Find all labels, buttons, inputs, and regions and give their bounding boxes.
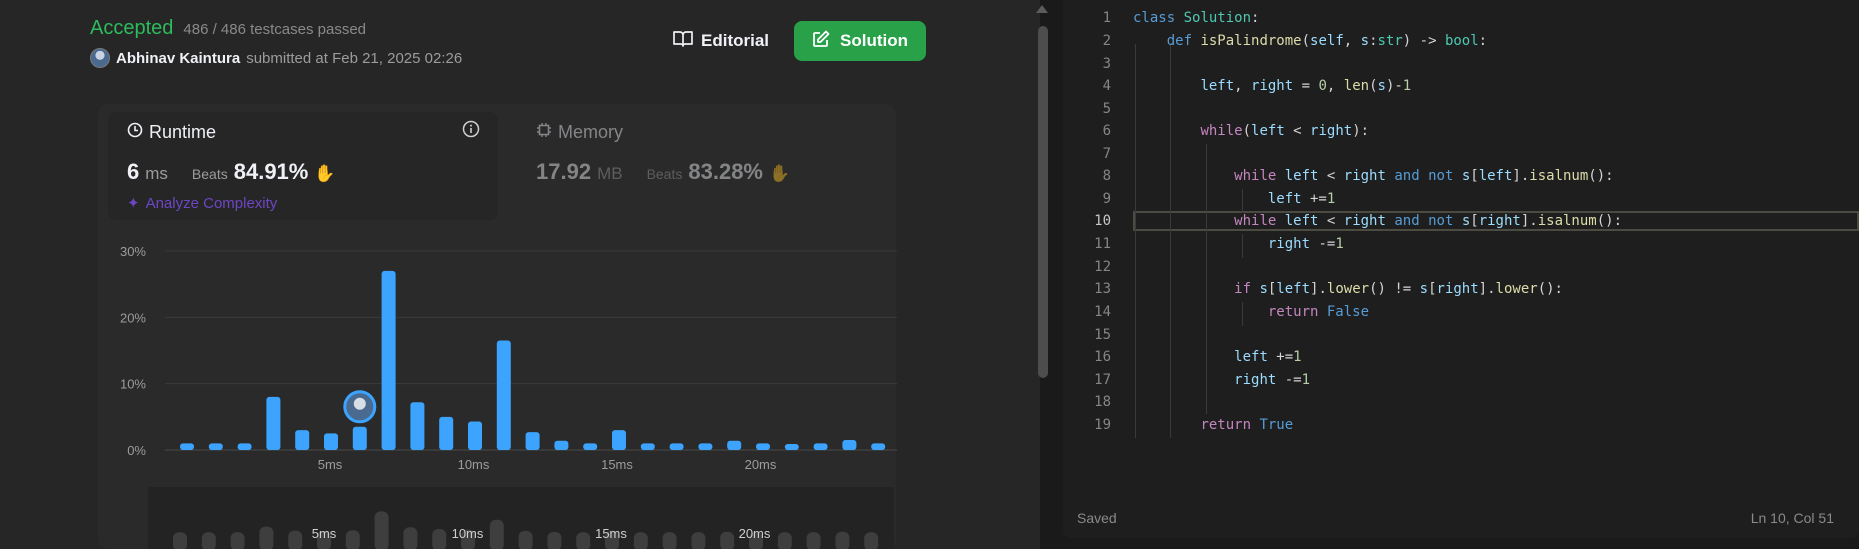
code-line-4: left, right = 0, len(s)-1 xyxy=(1200,78,1412,94)
chart-bar[interactable] xyxy=(266,396,281,450)
line-number: 15 xyxy=(1094,327,1111,343)
cursor-position[interactable]: Ln 10, Col 51 xyxy=(1751,510,1834,526)
line-number: 11 xyxy=(1094,236,1111,252)
chart-bar[interactable] xyxy=(842,440,857,450)
chart-bar[interactable] xyxy=(583,443,598,450)
chart-bar[interactable] xyxy=(439,416,454,450)
chart-bar[interactable] xyxy=(813,443,828,450)
line-number: 4 xyxy=(1102,78,1111,94)
x-tick-label: 15ms xyxy=(601,457,633,472)
chart-bar[interactable] xyxy=(554,440,569,450)
line-number: 2 xyxy=(1102,33,1111,49)
y-tick-label: 0% xyxy=(127,443,146,458)
chart-bar[interactable] xyxy=(698,443,713,450)
editor-bottom-gap xyxy=(1063,538,1859,549)
line-number: 12 xyxy=(1094,259,1111,275)
editor-save-status: Saved xyxy=(1077,510,1117,526)
y-tick-label: 10% xyxy=(120,377,146,392)
x-tick-label: 5ms xyxy=(318,457,343,472)
code-line-8: while left < right and not s[left].isaln… xyxy=(1234,168,1614,184)
code-line-19: return True xyxy=(1200,417,1294,433)
x-tick-label: 10ms xyxy=(458,457,490,472)
chart-svg: 30% 20% 10% 0% 5ms 10ms 15ms 20ms xyxy=(120,244,897,472)
y-tick-label: 20% xyxy=(120,310,146,325)
chart-bar[interactable] xyxy=(468,421,482,450)
line-number: 16 xyxy=(1094,349,1111,365)
chart-bar[interactable] xyxy=(640,443,655,450)
line-number: 14 xyxy=(1094,304,1111,320)
code-line-9: left +=1 xyxy=(1267,191,1336,207)
chart-bar[interactable] xyxy=(727,440,742,450)
code-line-6: while(left < right): xyxy=(1200,123,1370,139)
code-line-17: right -=1 xyxy=(1234,372,1311,388)
code-line-16: left +=1 xyxy=(1234,349,1302,365)
chart-bar[interactable] xyxy=(756,443,770,450)
code-line-13: if s[left].lower() != s[right].lower(): xyxy=(1234,281,1563,297)
code-line-2: def isPalindrome(self, s:str) -> bool: xyxy=(1166,33,1488,49)
line-number: 17 xyxy=(1094,372,1111,388)
line-number: 10 xyxy=(1094,213,1111,229)
chart-bar[interactable] xyxy=(180,443,194,450)
line-number: 13 xyxy=(1094,281,1111,297)
line-number: 1 xyxy=(1102,10,1111,26)
line-number: 18 xyxy=(1094,394,1111,410)
code-line-14: return False xyxy=(1267,304,1370,320)
code-line-1: class Solution: xyxy=(1133,10,1260,26)
chart-bar[interactable] xyxy=(871,443,886,450)
chart-bar[interactable] xyxy=(237,443,252,450)
code-line-10: while left < right and not s[right].isal… xyxy=(1234,213,1623,229)
line-number: 19 xyxy=(1094,417,1111,433)
line-number: 5 xyxy=(1102,101,1111,117)
chart-bar[interactable] xyxy=(612,430,626,450)
line-number: 7 xyxy=(1102,146,1111,162)
your-submission-avatar-marker[interactable] xyxy=(343,390,377,424)
chart-range-minimap[interactable] xyxy=(148,487,894,549)
chart-bar[interactable] xyxy=(324,433,338,450)
chart-bar[interactable] xyxy=(208,443,223,450)
line-number: 3 xyxy=(1102,56,1111,72)
x-tick-label: 20ms xyxy=(745,457,777,472)
chart-bar[interactable] xyxy=(525,432,540,450)
chart-bar[interactable] xyxy=(669,443,684,450)
code-line-11: right -=1 xyxy=(1267,236,1344,252)
line-number: 6 xyxy=(1102,123,1111,139)
line-number: 8 xyxy=(1102,168,1111,184)
line-number: 9 xyxy=(1102,191,1111,207)
chart-bar[interactable] xyxy=(352,426,367,450)
y-tick-label: 30% xyxy=(120,244,146,259)
chart-bar[interactable] xyxy=(410,402,425,450)
chart-bar[interactable] xyxy=(784,444,799,450)
chart-bar[interactable] xyxy=(496,340,511,450)
chart-bar[interactable] xyxy=(295,430,310,450)
chart-bar[interactable] xyxy=(381,270,396,450)
